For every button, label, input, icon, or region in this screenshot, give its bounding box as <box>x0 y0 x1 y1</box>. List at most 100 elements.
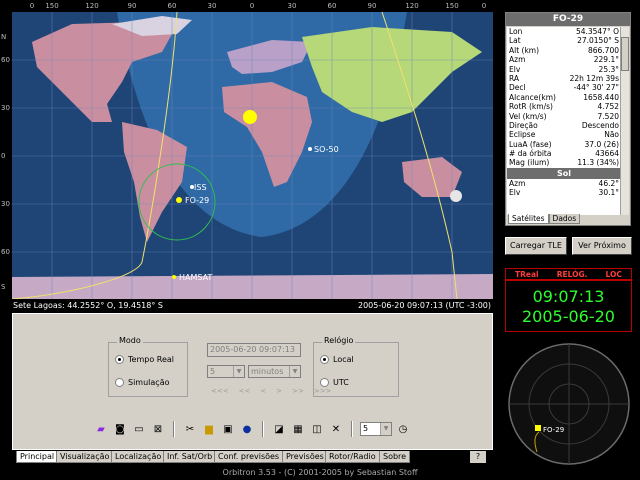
cross-icon[interactable]: ✕ <box>328 421 344 437</box>
tab-rotor-radio[interactable]: Rotor/Radio <box>325 451 380 463</box>
clock-mode-label: LOC <box>605 269 622 279</box>
radio-simulation[interactable]: Simulação <box>115 378 169 387</box>
satellite-marker[interactable] <box>176 197 182 203</box>
tab-principal[interactable]: Principal <box>16 451 59 463</box>
info-row: Mag (ilum) 11.3 (34%) <box>509 158 619 168</box>
radio-utc[interactable]: UTC <box>320 378 349 387</box>
mode-group: Modo Tempo Real Simulação <box>108 336 188 397</box>
info-row: Decl -44° 30' 27" <box>509 83 619 93</box>
tab-satelites[interactable]: Satélites <box>508 214 549 224</box>
digital-clock: 09:07:13 2005-06-20 <box>505 280 632 332</box>
lat-tick: 60 <box>1 56 10 64</box>
rewind-button[interactable]: << <box>239 387 251 395</box>
info-scrollbar[interactable] <box>620 27 629 215</box>
world-map[interactable]: SO-50 ISS FO-29 HAMSAT <box>12 12 493 299</box>
step-value-select[interactable]: 5 ▼ <box>207 365 245 378</box>
satellite-marker[interactable] <box>172 275 176 279</box>
lon-tick: 90 <box>367 2 377 10</box>
help-button[interactable]: ? <box>470 451 486 463</box>
antarctica <box>12 274 493 299</box>
book-icon[interactable]: ▰ <box>93 421 109 437</box>
clock-group: Relógio Local UTC <box>313 336 399 397</box>
scrollbar-thumb[interactable] <box>621 37 629 71</box>
radio-local[interactable]: Local <box>320 355 354 364</box>
satellite-marker[interactable] <box>535 425 541 431</box>
step-unit: minutos <box>251 367 284 376</box>
chevron-down-icon: ▼ <box>289 366 300 377</box>
radio-realtime[interactable]: Tempo Real <box>115 355 174 364</box>
lat-tick: N <box>1 33 7 41</box>
tab-previsoes[interactable]: Previsões <box>282 451 328 463</box>
lat-tick: 60 <box>1 248 10 256</box>
radio-dot <box>115 378 124 387</box>
grid-icon[interactable]: ▦ <box>290 421 306 437</box>
speed-select[interactable]: 5 ▼ <box>360 422 392 436</box>
satellite-info-panel: FO-29 Lon 54.3547° O Lat 27.0150° S Alt (k… <box>505 12 631 226</box>
step-back-button[interactable]: < <box>260 387 266 395</box>
info-row: Lat 27.0150° S <box>509 36 619 46</box>
location-label: Sete Lagoas: 44.2552° O, 19.4518° S <box>13 301 163 310</box>
save-icon[interactable]: ▣ <box>220 421 236 437</box>
fill-icon[interactable]: ◪ <box>271 421 287 437</box>
info-row: Azm 46.2° <box>509 178 619 188</box>
toolbar-separator <box>173 421 175 437</box>
lat-tick: 0 <box>1 152 6 160</box>
info-row: Lon 54.3547° O <box>509 27 619 36</box>
close-window-icon[interactable]: ⊠ <box>150 421 166 437</box>
ruler-icon[interactable]: ◫ <box>309 421 325 437</box>
satellite-label: ISS <box>194 183 207 192</box>
tab-sobre[interactable]: Sobre <box>379 451 411 463</box>
rewind-fast-button[interactable]: <<< <box>211 387 229 395</box>
tab-dados[interactable]: Dados <box>548 214 581 224</box>
step-unit-select[interactable]: minutos ▼ <box>248 365 301 378</box>
info-row: Alcance(km) 1658.440 <box>509 92 619 102</box>
orbitron-window: 0 150 120 90 60 30 0 30 60 90 120 150 0 … <box>0 0 640 480</box>
clock-icon[interactable]: ◷ <box>395 421 411 437</box>
clock-mode-label: RELÓG. <box>556 269 588 279</box>
info-row: Eclipse Não <box>509 130 619 140</box>
speed-value: 5 <box>363 424 369 433</box>
sky-radar[interactable]: FO-29 <box>507 342 631 466</box>
lat-tick: S <box>1 283 6 291</box>
info-row: LuaA (fase) 37.0 (26) <box>509 139 619 149</box>
toolbar: ▰ ◙ ▭ ⊠ ✂ ▆ ▣ ● ◪ ▦ ◫ ✕ 5 ▼ ◷ <box>93 420 411 438</box>
radio-label: UTC <box>333 378 349 387</box>
lon-tick: 60 <box>327 2 337 10</box>
satellite-marker[interactable] <box>308 147 312 151</box>
clock-date: 2005-06-20 <box>522 307 615 326</box>
chevron-down-icon: ▼ <box>380 423 391 435</box>
info-row: Direção Descendo <box>509 120 619 130</box>
step-forward-button[interactable]: > <box>276 387 282 395</box>
info-icon[interactable]: ● <box>239 421 255 437</box>
tab-visualizacao[interactable]: Visualização <box>56 451 114 463</box>
tools-icon[interactable]: ✂ <box>182 421 198 437</box>
lat-tick: 30 <box>1 104 10 112</box>
tab-localizacao[interactable]: Localização <box>111 451 166 463</box>
lon-tick: 30 <box>207 2 217 10</box>
mode-group-title: Modo <box>117 336 143 345</box>
next-pass-button[interactable]: Ver Próximo <box>572 237 632 255</box>
lon-tick: 150 <box>45 2 59 10</box>
toolbar-separator <box>262 421 264 437</box>
window-icon[interactable]: ▭ <box>131 421 147 437</box>
radio-dot <box>115 355 124 364</box>
sun-section-title: Sol <box>507 167 621 179</box>
info-row: Vel (km/s) 7.520 <box>509 111 619 121</box>
satellite-label: HAMSAT <box>179 273 212 282</box>
lat-tick: 30 <box>1 200 10 208</box>
info-row: Alt (km) 866.700 <box>509 45 619 55</box>
tab-conf-previsoes[interactable]: Conf. previsões <box>214 451 284 463</box>
latitude-scale: N 60 30 0 30 60 S <box>0 12 12 299</box>
load-tle-button[interactable]: Carregar TLE <box>505 237 567 255</box>
tab-inf-sat-orb[interactable]: Inf. Sat/Orb <box>163 451 217 463</box>
clock-time: 09:07:13 <box>532 287 605 306</box>
info-row: RotR (km/s) 4.752 <box>509 102 619 112</box>
forward-button[interactable]: >> <box>292 387 304 395</box>
control-panel: Modo Tempo Real Simulação 2005-06-20 09:… <box>12 313 493 450</box>
folder-open-icon[interactable]: ▆ <box>201 421 217 437</box>
satellite-label: SO-50 <box>314 145 339 154</box>
lon-tick: 30 <box>287 2 297 10</box>
sim-datetime-field[interactable]: 2005-06-20 09:07:13 <box>207 343 301 357</box>
info-row: Azm 229.1° <box>509 55 619 65</box>
camera-icon[interactable]: ◙ <box>112 421 128 437</box>
